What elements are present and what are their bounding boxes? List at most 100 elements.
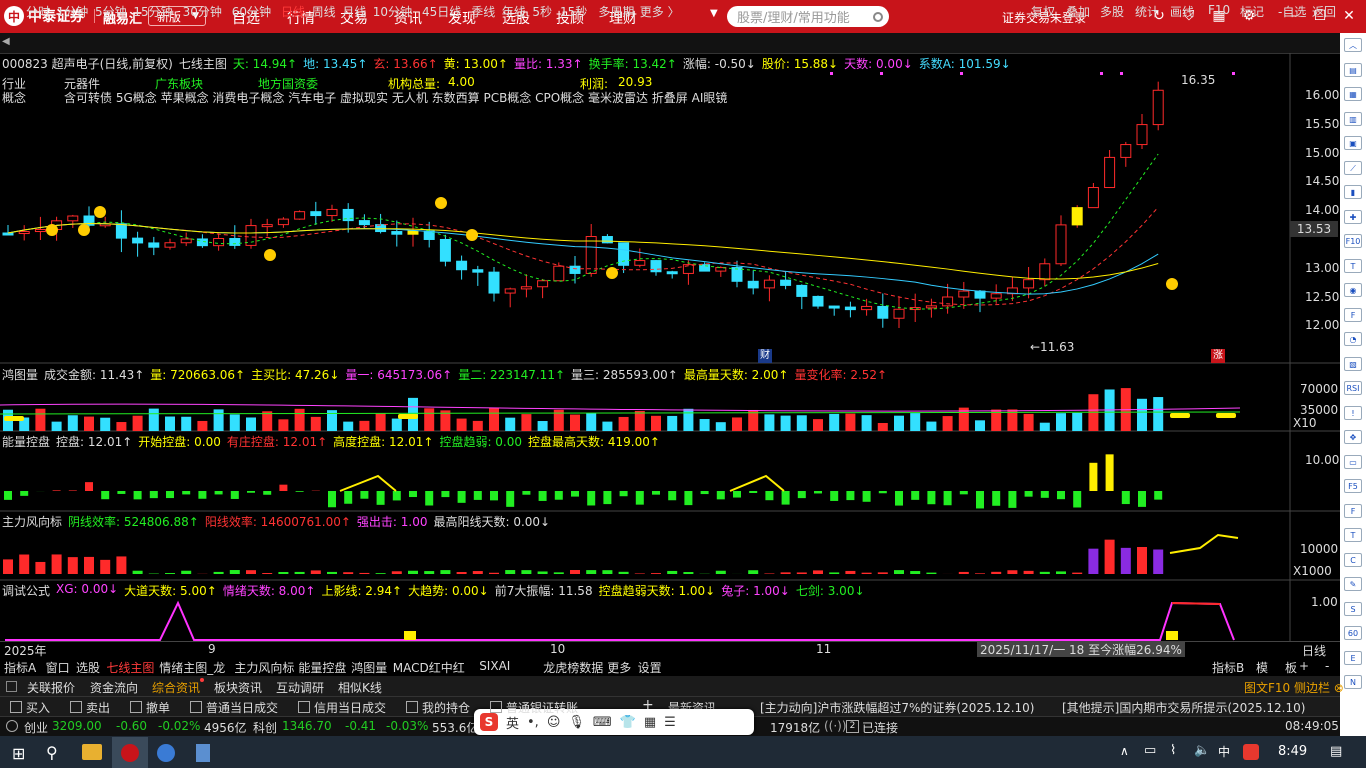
period-tab[interactable]: 月线: [342, 3, 366, 20]
indicator-tab-right[interactable]: +: [1299, 659, 1309, 673]
indicator-tab[interactable]: 能量控盘: [298, 659, 346, 676]
period-tab[interactable]: 10分钟: [373, 3, 412, 20]
period-tab[interactable]: 更多 〉: [640, 3, 680, 20]
file-explorer-icon[interactable]: [82, 744, 102, 760]
chevron-up-icon[interactable]: ︿: [1344, 38, 1362, 52]
period-right-tool[interactable]: 统计: [1135, 3, 1159, 20]
period-tab[interactable]: 1分钟: [57, 3, 89, 20]
trade-button[interactable]: 普通银证转账: [506, 699, 578, 716]
browser-icon[interactable]: [157, 744, 175, 762]
doc-icon[interactable]: ▭: [1344, 454, 1362, 469]
period-tab[interactable]: 5秒: [532, 3, 552, 20]
period-right-tool[interactable]: 画线: [1170, 3, 1194, 20]
s-icon[interactable]: S: [1344, 601, 1362, 616]
candle-icon[interactable]: ▮: [1344, 185, 1362, 199]
indicator-tab-right[interactable]: 板: [1285, 659, 1297, 676]
info-tab[interactable]: 板块资讯: [214, 679, 262, 696]
trade-button[interactable]: 我的持仓: [422, 699, 470, 716]
period-right-tool[interactable]: F10: [1208, 3, 1230, 17]
period-tab[interactable]: 30分钟: [183, 3, 222, 20]
dropdown-caret-icon[interactable]: ▼: [710, 8, 718, 19]
index-icon[interactable]: [6, 720, 18, 732]
tray-expand-icon[interactable]: ∧: [1120, 744, 1129, 758]
f10-icon[interactable]: F10: [1344, 234, 1362, 248]
period-tab[interactable]: 45日线: [422, 3, 461, 20]
volume-icon[interactable]: 🔈: [1194, 743, 1210, 758]
tool-icon[interactable]: ✚: [1344, 209, 1362, 224]
ime-keyboard-icon[interactable]: ⌨: [593, 715, 612, 730]
period-right-tool[interactable]: 叠加: [1066, 3, 1090, 20]
text-icon[interactable]: T: [1344, 258, 1362, 273]
credit-record-icon[interactable]: [298, 701, 310, 713]
windows-start-icon[interactable]: ⊞: [12, 744, 25, 763]
buy-icon[interactable]: [10, 701, 22, 713]
ime-mic-icon[interactable]: 🎙: [568, 715, 585, 730]
chart-icon[interactable]: ▤: [1344, 62, 1362, 77]
notification-icon[interactable]: ▤: [1330, 744, 1342, 759]
finance-marker[interactable]: 财: [758, 349, 772, 363]
trade-button[interactable]: 信用当日成交: [314, 699, 386, 716]
eye-icon[interactable]: ◉: [1344, 283, 1362, 297]
trend-icon[interactable]: ⟋: [1344, 160, 1362, 175]
info-tab[interactable]: 互动调研: [276, 679, 324, 696]
sell-icon[interactable]: [70, 701, 82, 713]
indicator-tab[interactable]: 七线主图: [106, 659, 154, 676]
table-icon[interactable]: ▥: [1344, 111, 1362, 126]
close-icon[interactable]: ✕: [1340, 8, 1358, 24]
indicator-tab-right[interactable]: 指标B: [1212, 659, 1244, 676]
period-right-tool[interactable]: 复权: [1031, 3, 1055, 20]
trade-button[interactable]: 撤单: [146, 699, 170, 716]
indicator-tab[interactable]: 更多: [607, 659, 631, 676]
trade-button[interactable]: 卖出: [86, 699, 110, 716]
e-icon[interactable]: E: [1344, 650, 1362, 665]
period-tab[interactable]: 日线: [281, 3, 305, 20]
info-tab[interactable]: 关联报价: [27, 679, 75, 696]
ime-skin-icon[interactable]: 👕: [620, 715, 636, 730]
taskbar-clock[interactable]: 8:49: [1278, 744, 1307, 759]
period-tab[interactable]: 5分钟: [95, 3, 127, 20]
period-right-tool[interactable]: 多股: [1100, 3, 1124, 20]
period-tab[interactable]: 多周期: [598, 3, 634, 20]
notepad-icon[interactable]: [196, 744, 210, 762]
badge-icon[interactable]: ▧: [1344, 356, 1362, 371]
sogou-tray-icon[interactable]: [1243, 744, 1259, 760]
alert-icon[interactable]: !: [1344, 405, 1362, 420]
ime-menu-icon[interactable]: ☰: [664, 715, 676, 730]
indicator-tab[interactable]: 选股: [76, 659, 100, 676]
indicator-tab[interactable]: 情绪主图_龙: [159, 659, 225, 676]
search-input[interactable]: 股票/理财/常用功能: [727, 6, 889, 27]
collapse-arrow-icon[interactable]: ◀: [2, 36, 10, 47]
period-right-tool[interactable]: 标记: [1240, 3, 1264, 20]
indicator-tab[interactable]: SIXAI: [479, 659, 510, 673]
move-icon[interactable]: ✥: [1344, 430, 1362, 444]
trade-button[interactable]: 买入: [26, 699, 50, 716]
pie-icon[interactable]: ◔: [1344, 332, 1362, 346]
news-item[interactable]: [主力动向]沪市涨跌幅超过7%的证券(2025.12.10): [760, 699, 1034, 716]
ime-punct-icon[interactable]: •,: [527, 715, 539, 730]
indicator-tab[interactable]: 鸿图量: [351, 659, 387, 676]
period-tab[interactable]: 60分钟: [232, 3, 271, 20]
period-tab[interactable]: 年线: [502, 3, 526, 20]
ime-emoji-icon[interactable]: ☺: [547, 715, 561, 730]
collapse-icon[interactable]: [6, 681, 17, 692]
info-tab[interactable]: 相似K线: [338, 679, 382, 696]
period-tab[interactable]: 周线: [312, 3, 336, 20]
cancel-order-icon[interactable]: [130, 701, 142, 713]
indicator-tab[interactable]: 窗口: [46, 659, 70, 676]
pen-icon[interactable]: ✎: [1344, 577, 1362, 591]
period-tab[interactable]: 分时: [26, 3, 50, 20]
60-icon[interactable]: 60: [1344, 626, 1362, 640]
indicator-tab[interactable]: 龙虎榜数据: [543, 659, 603, 676]
position-icon[interactable]: [406, 701, 418, 713]
rsi-icon[interactable]: RSI: [1344, 381, 1362, 395]
search-icon[interactable]: ⚲: [46, 743, 58, 762]
news-item[interactable]: [其他提示]国内期市交易所提示(2025.12.10): [1062, 699, 1305, 716]
add-icon[interactable]: +: [642, 697, 654, 713]
indicator-tab-right[interactable]: -: [1325, 659, 1329, 673]
indicator-tab[interactable]: 设置: [638, 659, 662, 676]
wifi-icon[interactable]: ⌇: [1170, 743, 1176, 758]
period-right-tool[interactable]: -自选: [1278, 3, 1306, 20]
trade-button[interactable]: 普通当日成交: [206, 699, 278, 716]
indicator-tab[interactable]: 主力风向标: [234, 659, 294, 676]
ime-tray-icon[interactable]: 中: [1218, 743, 1230, 760]
